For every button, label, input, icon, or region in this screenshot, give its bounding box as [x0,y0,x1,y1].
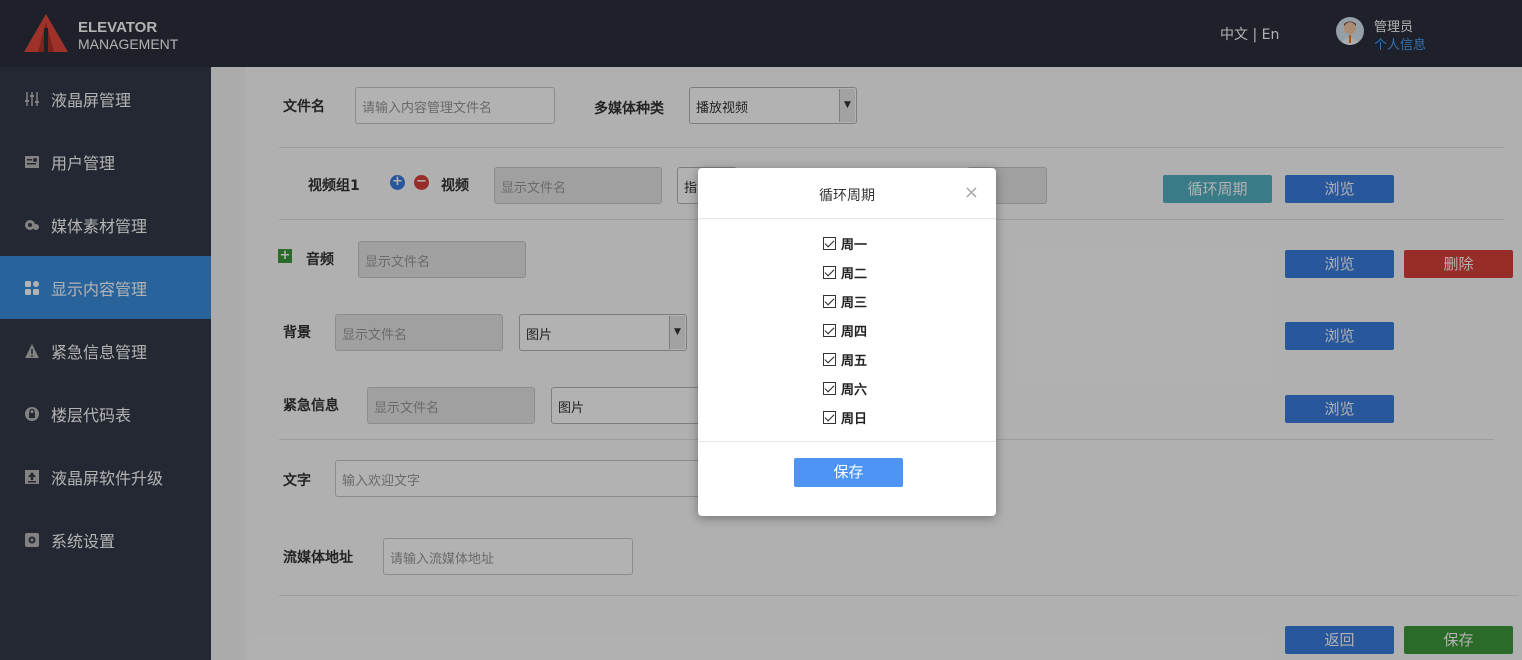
day-label: 周日 [841,411,868,427]
day-checkbox-tue[interactable]: 周二 [823,263,868,282]
checkbox-checked-icon[interactable] [823,381,836,395]
checkbox-checked-icon[interactable] [823,236,836,250]
day-label: 周四 [841,324,868,340]
dialog-divider [698,441,996,442]
day-label: 周二 [841,266,868,282]
day-checkbox-mon[interactable]: 周一 [823,234,868,253]
checkbox-checked-icon[interactable] [823,323,836,337]
day-checkbox-fri[interactable]: 周五 [823,350,868,369]
day-label: 周六 [841,382,868,398]
dialog-title: 循环周期 [819,188,875,204]
day-checkbox-sun[interactable]: 周日 [823,408,868,427]
checkbox-checked-icon[interactable] [823,410,836,424]
day-label: 周三 [841,295,868,311]
checkbox-checked-icon[interactable] [823,294,836,308]
checkbox-checked-icon[interactable] [823,352,836,366]
dialog-divider [698,218,996,219]
close-icon[interactable]: × [964,182,979,203]
day-checkbox-sat[interactable]: 周六 [823,379,868,398]
day-checkbox-thu[interactable]: 周四 [823,321,868,340]
day-checkbox-wed[interactable]: 周三 [823,292,868,311]
day-label: 周五 [841,353,868,369]
checkbox-checked-icon[interactable] [823,265,836,279]
day-label: 周一 [841,237,868,253]
cycle-period-dialog: 循环周期 × 周一 周二 周三 周四 周五 周六 周日 保存 [698,168,996,516]
dialog-save-button[interactable]: 保存 [794,458,903,487]
